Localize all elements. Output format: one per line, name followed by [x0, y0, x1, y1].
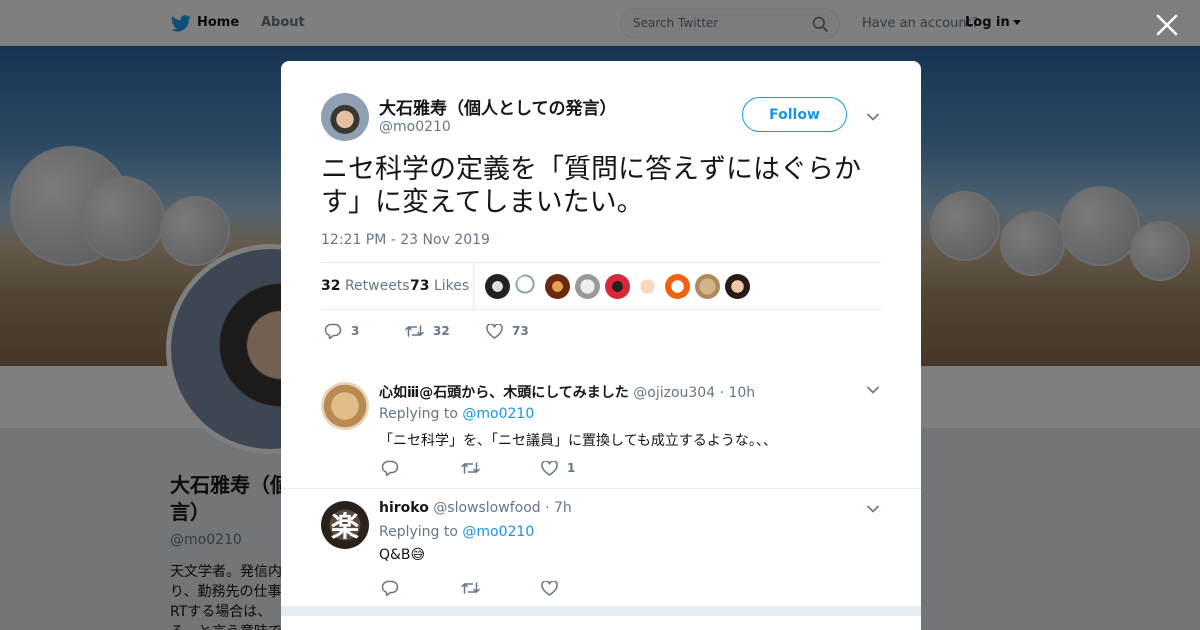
thread-separator	[281, 606, 921, 616]
chevron-down-icon[interactable]	[866, 504, 880, 514]
reply-icon	[381, 460, 399, 476]
reply-icon	[381, 580, 399, 596]
reply-author-handle[interactable]: @ojizou304	[633, 385, 715, 401]
reply-time[interactable]: · 7h	[545, 500, 572, 516]
retweets-count: 32	[321, 278, 341, 294]
reply-actions	[381, 580, 621, 596]
replying-to-link[interactable]: @mo0210	[462, 524, 534, 540]
author-handle[interactable]: @mo0210	[379, 119, 451, 135]
reply-text: 「ニセ科学」を、「ニセ議員」に置換しても成立するような。、、	[379, 433, 777, 449]
replying-prefix: Replying to	[379, 524, 458, 540]
retweets-stat[interactable]: 32 Retweets	[321, 278, 410, 294]
chevron-down-icon[interactable]	[866, 385, 880, 395]
retweet-button[interactable]	[461, 461, 541, 475]
replying-to: Replying to @mo0210	[379, 406, 534, 422]
liker-avatar[interactable]	[635, 274, 660, 299]
tweet-modal: 大石雅寿（個人としての発言） @mo0210 Follow ニセ科学の定義を「質…	[281, 61, 921, 630]
liker-avatar[interactable]	[725, 274, 750, 299]
like-button[interactable]: 1	[541, 460, 621, 476]
reply-tweet[interactable]: 楽 hiroko @slowslowfood · 7h Replying to …	[281, 488, 921, 606]
reply-tweet[interactable]: 心如ⅲ@石頭から、木頭にしてみました @ojizou304 · 10h Repl…	[281, 365, 921, 489]
tweet-actions: 3 32 73	[324, 323, 567, 339]
like-button[interactable]: 73	[486, 323, 567, 339]
reply-button[interactable]	[381, 580, 461, 596]
likes-stat[interactable]: 73 Likes	[410, 278, 469, 294]
tweet-text: ニセ科学の定義を「質問に答えずにはぐらかす」に変えてしまいたい。	[321, 154, 861, 218]
follow-button-label[interactable]: Follow	[769, 107, 820, 123]
author-name[interactable]: 大石雅寿（個人としての発言）	[379, 94, 617, 119]
liker-avatar[interactable]	[665, 274, 690, 299]
liker-avatar[interactable]	[545, 274, 570, 299]
reply-avatar-glyph: 楽	[330, 510, 359, 543]
reply-avatar[interactable]: 楽	[321, 501, 369, 549]
replying-to-link[interactable]: @mo0210	[462, 406, 534, 422]
liker-avatar[interactable]	[485, 274, 510, 299]
reply-author-name[interactable]: 心如ⅲ@石頭から、木頭にしてみました	[379, 385, 629, 401]
replying-prefix: Replying to	[379, 406, 458, 422]
reply-actions: 1	[381, 460, 621, 476]
retweet-icon	[405, 325, 424, 337]
follow-button[interactable]: Follow	[742, 97, 847, 132]
author-avatar[interactable]	[321, 93, 369, 141]
reply-avatar[interactable]	[321, 382, 369, 430]
retweet-button[interactable]	[461, 581, 541, 595]
reply-button[interactable]: 3	[324, 323, 405, 339]
liker-avatar[interactable]	[515, 274, 540, 299]
likes-count: 73	[410, 278, 430, 294]
heart-icon	[541, 460, 558, 476]
retweets-label: Retweets	[344, 278, 410, 294]
profile-page: Home About Search Twitter Have an accoun…	[0, 0, 1200, 630]
replying-to: Replying to @mo0210	[379, 524, 534, 540]
retweet-icon	[461, 462, 480, 474]
reply-header[interactable]: 心如ⅲ@石頭から、木頭にしてみました @ojizou304 · 10h	[379, 382, 755, 402]
liker-avatar[interactable]	[605, 274, 630, 299]
reply-author-name[interactable]: hiroko	[379, 500, 429, 516]
likes-label: Likes	[433, 278, 470, 294]
retweet-icon	[461, 582, 480, 594]
reply-author-handle[interactable]: @slowslowfood	[433, 500, 540, 516]
like-button[interactable]	[541, 580, 621, 596]
liker-avatar[interactable]	[695, 274, 720, 299]
like-count: 1	[567, 461, 576, 475]
reply-time[interactable]: · 10h	[720, 385, 756, 401]
reply-text: Q&B😅	[379, 547, 426, 563]
retweet-count: 32	[433, 324, 450, 338]
reply-button[interactable]	[381, 460, 461, 476]
close-icon[interactable]	[1154, 12, 1180, 38]
retweet-button[interactable]: 32	[405, 324, 486, 338]
likers-avatars	[485, 274, 750, 299]
like-count: 73	[512, 324, 529, 338]
liker-avatar[interactable]	[575, 274, 600, 299]
stats-divider	[473, 263, 474, 311]
chevron-down-icon[interactable]	[866, 112, 880, 122]
heart-icon	[541, 580, 558, 596]
heart-icon	[486, 323, 503, 339]
tweet-timestamp[interactable]: 12:21 PM - 23 Nov 2019	[321, 232, 490, 248]
reply-header[interactable]: hiroko @slowslowfood · 7h	[379, 500, 572, 516]
reply-count: 3	[351, 324, 360, 338]
tweet-stats: 32 Retweets 73 Likes	[321, 262, 881, 311]
reply-icon	[324, 323, 342, 339]
